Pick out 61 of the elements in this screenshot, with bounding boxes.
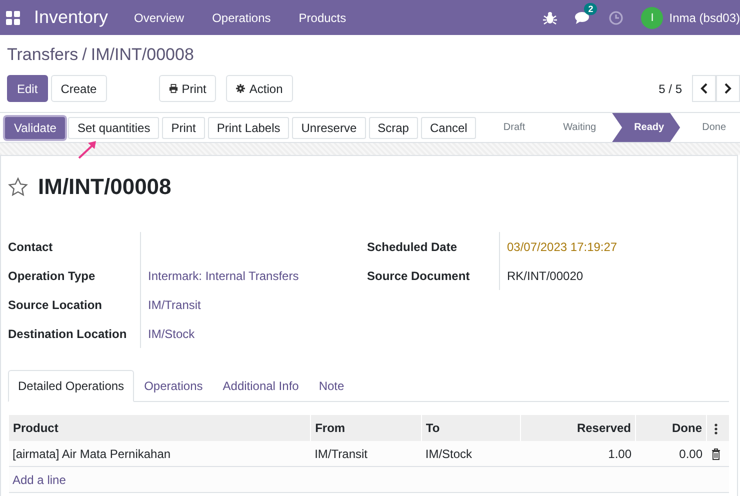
field-value: RK/INT/00020: [507, 268, 584, 282]
table-cell: 0.00: [636, 441, 706, 466]
gear-icon: [236, 84, 246, 93]
column-header[interactable]: Done: [636, 415, 706, 441]
next-button[interactable]: [716, 75, 740, 102]
column-header[interactable]: From: [310, 415, 422, 441]
action-button[interactable]: Action: [226, 75, 293, 102]
notebook-tab[interactable]: Operations: [134, 370, 213, 402]
add-line-link[interactable]: Add a line: [12, 472, 66, 486]
trash-icon[interactable]: [710, 448, 720, 460]
chevron-left-icon: [700, 83, 708, 94]
chevron-right-icon: [724, 83, 732, 94]
apps-menu-icon[interactable]: [6, 10, 20, 24]
menu-item[interactable]: Operations: [212, 10, 271, 24]
column-header[interactable]: Product: [8, 415, 311, 441]
field-link[interactable]: IM/Transit: [148, 298, 201, 312]
create-button[interactable]: Create: [50, 75, 107, 102]
column-header[interactable]: Reserved: [520, 415, 636, 441]
field-value: 03/07/2023 17:19:27: [507, 240, 618, 254]
table-cell: 1.00: [520, 441, 636, 466]
edit-button[interactable]: Edit: [7, 75, 48, 102]
notebook-tab[interactable]: Note: [308, 370, 354, 402]
field-label: Source Location: [8, 296, 104, 314]
field-label: Source Document: [367, 268, 471, 284]
previous-button[interactable]: [692, 75, 716, 102]
table-cell: IM/Transit: [310, 441, 422, 466]
annotation-arrow: [77, 138, 99, 158]
field-label: Scheduled Date: [367, 238, 458, 256]
action-button[interactable]: Cancel: [420, 116, 476, 138]
chat-icon[interactable]: [575, 10, 592, 24]
action-button[interactable]: Print Labels: [208, 116, 290, 138]
breadcrumb-link[interactable]: Transfers: [7, 45, 78, 65]
user-name[interactable]: Inma (bsd03): [669, 10, 740, 24]
column-header[interactable]: To: [421, 415, 521, 441]
record-title: IM/INT/00008: [38, 174, 172, 200]
menu-item[interactable]: Products: [298, 10, 346, 24]
message-count-badge: 2: [584, 2, 598, 14]
breadcrumb-current: IM/INT/00008: [90, 45, 194, 65]
action-button[interactable]: Print: [162, 116, 205, 138]
field-link[interactable]: Intermark: Internal Transfers: [148, 268, 299, 282]
printer-icon: [168, 84, 178, 93]
breadcrumb-separator: /: [82, 45, 87, 65]
validate-button[interactable]: Validate: [5, 116, 66, 138]
table-cell: [airmata] Air Mata Pernikahan: [8, 441, 311, 466]
action-button[interactable]: Scrap: [368, 116, 418, 138]
app-title[interactable]: Inventory: [34, 7, 108, 28]
field-label: Operation Type: [8, 268, 96, 284]
field-label: Destination Location: [8, 326, 128, 342]
notebook-tab[interactable]: Additional Info: [212, 370, 309, 402]
action-button[interactable]: Set quantities: [68, 116, 160, 138]
action-button[interactable]: Unreserve: [292, 116, 366, 138]
status-stage[interactable]: Ready: [612, 113, 680, 142]
print-button[interactable]: Print: [158, 75, 216, 102]
menu-item[interactable]: Overview: [134, 10, 184, 24]
table-cell: IM/Stock: [421, 441, 521, 466]
star-icon[interactable]: [8, 177, 28, 197]
notebook-tab[interactable]: Detailed Operations: [8, 370, 134, 402]
field-link[interactable]: IM/Stock: [148, 326, 195, 340]
field-label: Contact: [8, 238, 54, 256]
bug-icon[interactable]: [543, 10, 558, 24]
pager-counter: 5 / 5: [658, 82, 682, 96]
